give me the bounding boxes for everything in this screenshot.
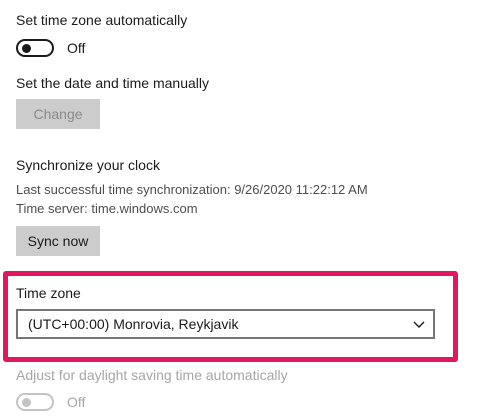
chevron-down-icon <box>413 321 425 328</box>
sync-title: Synchronize your clock <box>16 157 160 173</box>
time-server-text: Time server: time.windows.com <box>16 201 198 216</box>
last-sync-text: Last successful time synchronization: 9/… <box>16 182 368 197</box>
daylight-title: Adjust for daylight saving time automati… <box>16 367 288 383</box>
toggle-knob <box>22 398 31 407</box>
timezone-selected-value: (UTC+00:00) Monrovia, Reykjavik <box>28 316 239 332</box>
timezone-title: Time zone <box>16 285 81 301</box>
toggle-knob <box>22 44 31 53</box>
auto-timezone-title: Set time zone automatically <box>16 12 188 28</box>
sync-now-button[interactable]: Sync now <box>16 226 100 256</box>
timezone-select[interactable]: (UTC+00:00) Monrovia, Reykjavik <box>16 309 435 339</box>
auto-timezone-state: Off <box>67 40 86 56</box>
auto-timezone-toggle[interactable] <box>16 39 54 57</box>
daylight-toggle[interactable] <box>16 393 54 411</box>
change-button[interactable]: Change <box>16 99 100 129</box>
manual-time-title: Set the date and time manually <box>16 75 210 91</box>
daylight-state: Off <box>67 394 86 410</box>
